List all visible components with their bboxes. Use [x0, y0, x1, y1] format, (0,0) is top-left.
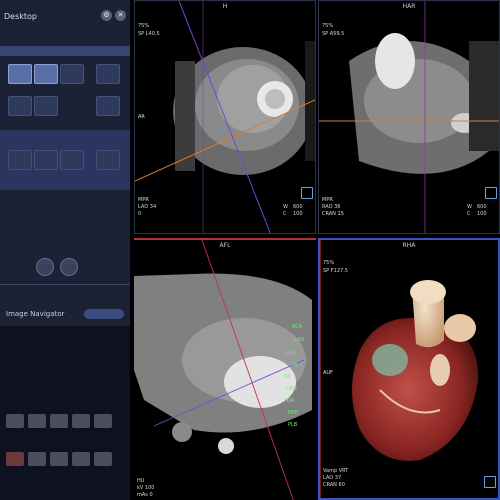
window-level-keys: W C: [467, 204, 472, 217]
tool-button[interactable]: [8, 96, 32, 116]
menu-row[interactable]: [0, 224, 130, 235]
thumbnail[interactable]: [6, 452, 24, 466]
bottom-left-info: HU kV 100 mAs 0: [137, 478, 155, 498]
thumbnail[interactable]: [28, 452, 46, 466]
panel-tools: ⚙ ✕: [101, 10, 126, 21]
window-level-values: 600 100: [293, 204, 303, 217]
thumbnail-area: [0, 326, 130, 500]
zoom-readout: 75%: [322, 23, 334, 29]
divider: [0, 284, 130, 285]
orientation-label: AUF: [323, 370, 333, 376]
viewport-h[interactable]: H 75% SP L40.5 AR MPR LAO 34 0 W C 600 1…: [134, 0, 316, 234]
thumbnail[interactable]: [28, 414, 46, 428]
zoom-readout: 75%: [323, 260, 335, 266]
tool-button[interactable]: [34, 64, 58, 84]
bottom-left-info: MPR RAO 36 CRAN 15: [322, 197, 344, 217]
window-level-keys: W C: [283, 204, 288, 217]
menu-row[interactable]: [0, 210, 130, 221]
ct-image: [319, 1, 499, 233]
vessel-label: LCX: [286, 350, 296, 356]
viewport-label: RHA: [402, 242, 416, 249]
window-level-values: 600 100: [477, 204, 487, 217]
thumbnail[interactable]: [50, 452, 68, 466]
vessel-label: OM1: [286, 386, 298, 392]
gear-icon[interactable]: ⚙: [101, 10, 112, 21]
menu-row-selected[interactable]: [0, 46, 130, 56]
menu-row[interactable]: [0, 238, 130, 249]
close-icon[interactable]: ✕: [115, 10, 126, 21]
viewport-rha[interactable]: RHA 75% SP F127.5 AUF Vamp VRT LAO 37 CR…: [318, 238, 500, 500]
viewport-har[interactable]: HAR 75% SP A59.5 MPR RAO 36 CRAN 15 W C …: [318, 0, 500, 234]
menu-row[interactable]: [0, 196, 130, 207]
menu-row[interactable]: [0, 30, 130, 41]
vessel-label: LAD: [294, 337, 305, 343]
vessel-label: PLB: [288, 422, 298, 428]
vessel-label: RCA: [292, 324, 303, 330]
tool-button[interactable]: [8, 150, 32, 170]
slab-readout: SP A59.5: [322, 31, 345, 37]
viewport-label: HAR: [402, 3, 416, 10]
tool-button[interactable]: [96, 64, 120, 84]
thumbnail[interactable]: [6, 414, 24, 428]
panel-title: Desktop: [4, 12, 37, 21]
slab-readout: SP L40.5: [138, 31, 160, 37]
viewport-label: H: [222, 3, 228, 10]
tool-button[interactable]: [34, 150, 58, 170]
menu-row[interactable]: [0, 292, 130, 303]
tool-button[interactable]: [96, 150, 120, 170]
orientation-label: AR: [138, 114, 145, 120]
zoom-readout: 75%: [138, 23, 150, 29]
ct-image: [135, 1, 315, 233]
tool-button[interactable]: [96, 96, 120, 116]
thumbnail[interactable]: [94, 414, 112, 428]
section-label: Image Navigator: [6, 310, 65, 318]
vessel-label: RPD: [288, 410, 299, 416]
orientation-cube-icon[interactable]: [485, 187, 497, 199]
vessel-label: PDA: [284, 398, 295, 404]
left-panel: Desktop ⚙ ✕ Image Navigator: [0, 0, 130, 500]
bottom-left-info: Vamp VRT LAO 37 CRAN 60: [323, 468, 349, 488]
thumbnail[interactable]: [94, 452, 112, 466]
round-button[interactable]: [36, 258, 54, 276]
thumbnail[interactable]: [72, 452, 90, 466]
tool-button[interactable]: [8, 64, 32, 84]
tool-button[interactable]: [60, 64, 84, 84]
slab-readout: SP F127.5: [323, 268, 348, 274]
vessel-label: D1: [284, 374, 292, 380]
orientation-cube-icon[interactable]: [301, 187, 313, 199]
viewport-afl[interactable]: AFL RCA LAD LCX LM D1 OM1 PDA RPD PLB HU…: [134, 238, 316, 500]
vessel-label: LM: [290, 362, 298, 368]
round-button[interactable]: [60, 258, 78, 276]
tool-button[interactable]: [34, 96, 58, 116]
view-toggle[interactable]: [84, 309, 124, 319]
thumbnail[interactable]: [72, 414, 90, 428]
ct-image: [134, 240, 316, 500]
vrt-heart-image: [320, 240, 498, 498]
tool-button[interactable]: [60, 150, 84, 170]
orientation-cube-icon[interactable]: [484, 476, 496, 488]
thumbnail[interactable]: [50, 414, 68, 428]
viewport-label: AFL: [219, 242, 231, 249]
bottom-left-info: MPR LAO 34 0: [138, 197, 157, 217]
